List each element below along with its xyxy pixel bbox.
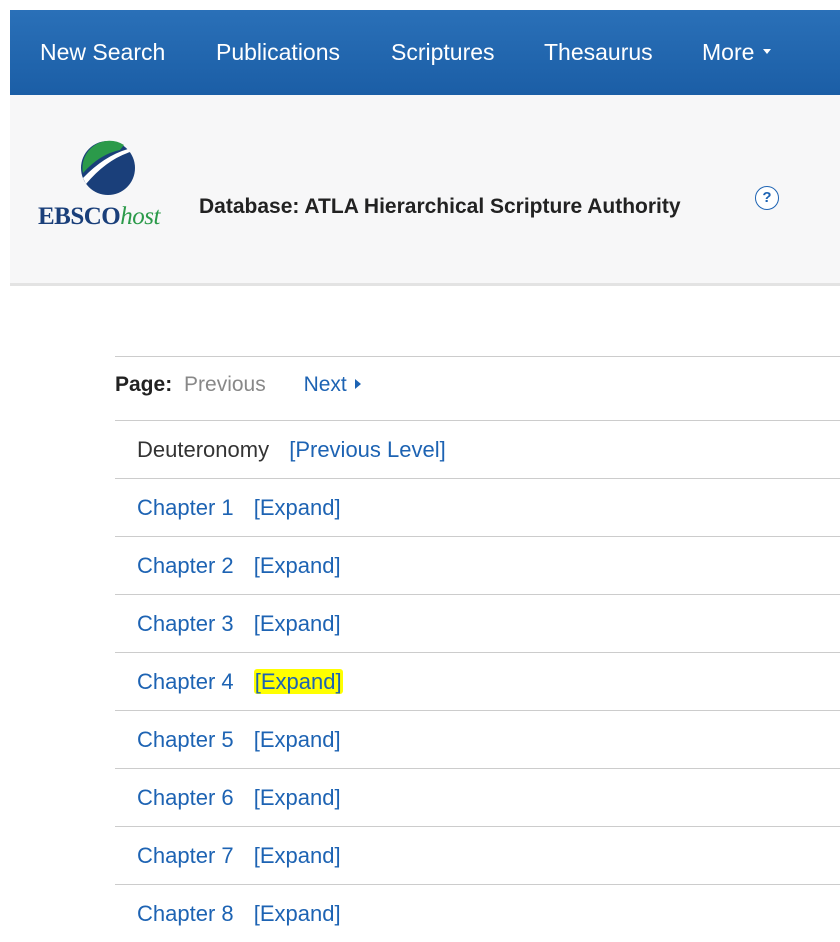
expand-link[interactable]: [Expand]: [254, 727, 341, 752]
expand-link[interactable]: [Expand]: [254, 495, 341, 520]
pager-next-link[interactable]: Next: [304, 373, 361, 396]
expand-link[interactable]: [Expand]: [254, 843, 341, 868]
list-item: Chapter 5 [Expand]: [115, 711, 840, 769]
expand-link[interactable]: [Expand]: [254, 553, 341, 578]
list-item: Chapter 2 [Expand]: [115, 537, 840, 595]
pager-next-label: Next: [303, 373, 347, 396]
top-nav-bar: New Search Publications Scriptures Thesa…: [10, 10, 840, 95]
list-item: Chapter 7 [Expand]: [115, 827, 840, 885]
expand-link[interactable]: [Expand]: [254, 901, 341, 926]
parent-level-row: Deuteronomy [Previous Level]: [115, 421, 840, 479]
nav-more-menu[interactable]: More: [702, 10, 772, 95]
list-item: Chapter 1 [Expand]: [115, 479, 840, 537]
chapter-link[interactable]: Chapter 6: [137, 785, 234, 810]
chapter-link[interactable]: Chapter 2: [137, 553, 234, 578]
triangle-right-icon: [354, 379, 361, 390]
chapter-link[interactable]: Chapter 1: [137, 495, 234, 520]
ebsco-logo-text[interactable]: EBSCOhost: [38, 203, 160, 231]
expand-link[interactable]: [Expand]: [254, 785, 341, 810]
chapter-link[interactable]: Chapter 5: [137, 727, 234, 752]
scripture-list: Page: Previous Next Deuteronomy [Previou…: [115, 356, 840, 942]
nav-thesaurus[interactable]: Thesaurus: [544, 10, 653, 95]
expand-link-highlighted[interactable]: [Expand]: [253, 669, 343, 694]
nav-publications[interactable]: Publications: [216, 10, 340, 95]
ebsco-logo-icon[interactable]: [80, 140, 136, 196]
parent-book-title: Deuteronomy: [137, 437, 270, 462]
database-title: Database: ATLA Hierarchical Scripture Au…: [199, 195, 681, 218]
nav-scriptures[interactable]: Scriptures: [391, 10, 495, 95]
chapter-link[interactable]: Chapter 7: [137, 843, 234, 868]
chapter-link[interactable]: Chapter 4: [137, 669, 234, 694]
logo-main-text: EBSCO: [38, 203, 121, 230]
pager: Page: Previous Next: [115, 357, 840, 421]
pager-label: Page:: [115, 373, 173, 396]
expand-link[interactable]: [Expand]: [254, 611, 341, 636]
list-item: Chapter 8 [Expand]: [115, 885, 840, 942]
nav-new-search[interactable]: New Search: [40, 10, 165, 95]
list-item: Chapter 4 [Expand]: [115, 653, 840, 711]
previous-level-link[interactable]: [Previous Level]: [289, 437, 446, 462]
list-item: Chapter 6 [Expand]: [115, 769, 840, 827]
caret-down-icon: [763, 49, 772, 55]
chapter-link[interactable]: Chapter 8: [137, 901, 234, 926]
nav-more-label: More: [702, 39, 755, 65]
help-icon[interactable]: ?: [755, 186, 779, 210]
header-divider: [10, 283, 840, 286]
list-item: Chapter 3 [Expand]: [115, 595, 840, 653]
logo-suffix-text: host: [120, 203, 160, 230]
pager-previous: Previous: [184, 373, 266, 396]
chapter-link[interactable]: Chapter 3: [137, 611, 234, 636]
